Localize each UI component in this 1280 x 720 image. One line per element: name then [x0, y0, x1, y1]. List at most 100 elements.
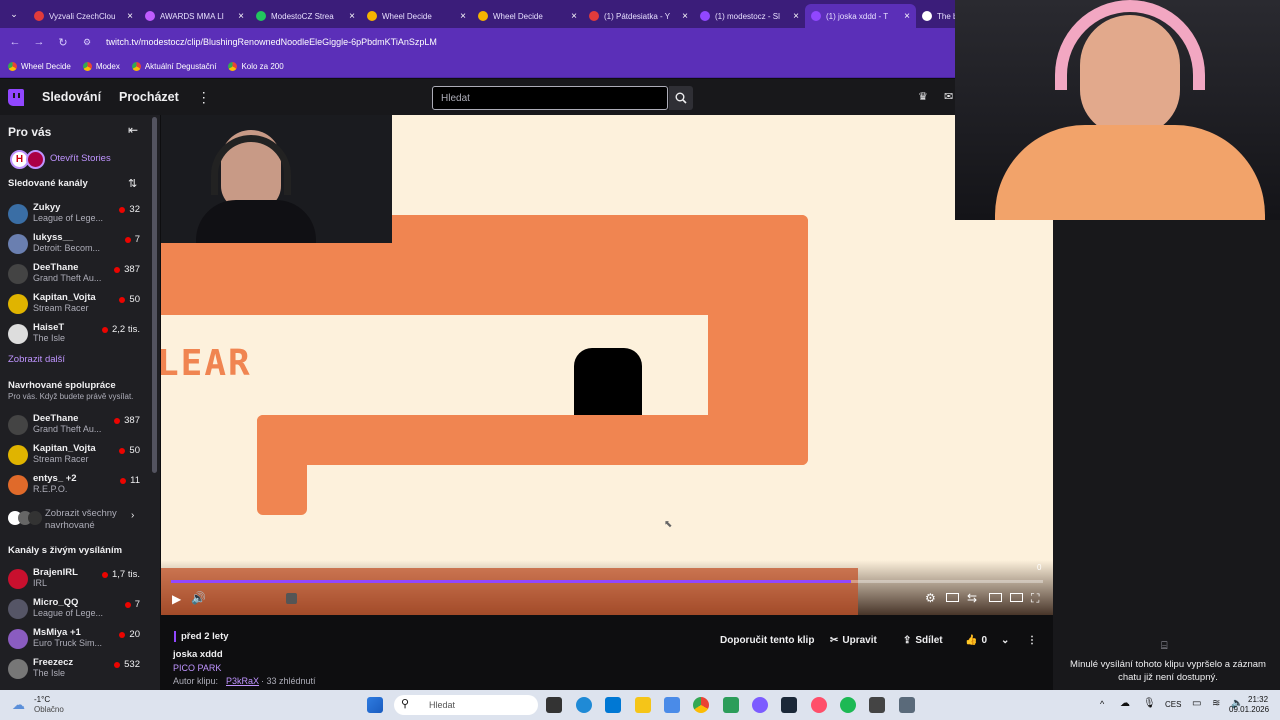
more-options-icon[interactable]: ⋮ [197, 89, 211, 106]
nav-following[interactable]: Sledování [42, 90, 101, 104]
forward-icon[interactable]: → [30, 36, 48, 48]
sidebar-channel-item[interactable]: Kapitan_Vojta Stream Racer 50 [0, 441, 150, 471]
bookmark-icon [82, 62, 92, 71]
chrome-icon[interactable] [693, 697, 709, 713]
close-tab-icon[interactable]: × [238, 11, 244, 22]
viewer-count: 7 [124, 599, 140, 610]
sidebar-channel-item[interactable]: HaiseT The Isle 2,2 tis. [0, 320, 150, 350]
more-options-icon[interactable]: ⋮ [1027, 631, 1037, 649]
collapse-sidebar-icon[interactable]: ⇤ [128, 123, 138, 137]
browser-tab[interactable]: AWARDS MMA LI × [139, 4, 250, 28]
language-indicator[interactable]: CES [1165, 700, 1181, 709]
clip-game-link[interactable]: PICO PARK [173, 663, 221, 673]
opera-icon[interactable] [811, 697, 827, 713]
chevron-down-icon[interactable]: ⌄ [1001, 631, 1009, 649]
url-text[interactable]: twitch.tv/modestocz/clip/BlushingRenowne… [106, 37, 437, 47]
site-info-icon[interactable]: ⚙ [78, 37, 96, 48]
inbox-icon[interactable]: ✉ [944, 90, 953, 103]
clip-icon[interactable]: ⇆ [967, 591, 977, 605]
discord-icon[interactable] [752, 697, 768, 713]
browser-tab[interactable]: Wheel Decide × [361, 4, 472, 28]
store-icon[interactable] [605, 697, 621, 713]
show-all-suggested-label: Zobrazit všechny navrhované [45, 508, 117, 531]
stories-button[interactable]: H [8, 148, 46, 170]
bookmark-item[interactable]: Kolo za 200 [228, 62, 284, 71]
miniplayer-icon[interactable] [989, 593, 1002, 602]
back-icon[interactable]: ← [6, 36, 24, 48]
fullscreen-icon[interactable]: ⛶ [1031, 591, 1039, 606]
edge-icon[interactable] [576, 697, 592, 713]
start-windows-icon[interactable] [367, 697, 383, 713]
volume-icon[interactable]: 🔊 [191, 591, 206, 605]
share-button[interactable]: ⇪ Sdílet [903, 631, 943, 649]
edit-button[interactable]: ✂ Upravit [830, 631, 877, 649]
channel-name: BrajenIRL [33, 567, 78, 578]
display-icon[interactable]: ▭ [1192, 698, 1201, 709]
browser-tab[interactable]: Vyzvali CzechClou × [28, 4, 139, 28]
channel-name: entys_ +2 [33, 473, 77, 484]
sidebar-channel-item[interactable]: MsMiya +1 Euro Truck Sim... 20 [0, 625, 150, 655]
close-tab-icon[interactable]: × [793, 11, 799, 22]
bookmark-item[interactable]: Modex [82, 62, 120, 71]
sort-icon[interactable]: ⇅ [128, 177, 137, 190]
browser-tab[interactable]: Wheel Decide × [472, 4, 583, 28]
sidebar-channel-item[interactable]: Freezecz The Isle 532 [0, 655, 150, 685]
progress-bar[interactable] [171, 580, 1043, 583]
bookmark-item[interactable]: Wheel Decide [8, 62, 71, 71]
open-stories-link[interactable]: Otevřít Stories [50, 153, 111, 164]
show-all-suggested-button[interactable]: Zobrazit všechny navrhované › [8, 508, 153, 532]
close-tab-icon[interactable]: × [460, 11, 466, 22]
prime-crown-icon[interactable]: ♛ [918, 90, 928, 103]
browser-tab[interactable]: (1) Pátdesiatka - Y × [583, 4, 694, 28]
search-input[interactable]: Hledat [432, 86, 668, 110]
close-tab-icon[interactable]: × [571, 11, 577, 22]
taskbar-search-input[interactable]: Hledat [394, 695, 538, 715]
browser-tab[interactable]: (1) joska xddd - T × [805, 4, 916, 28]
sidebar-toggle-icon[interactable] [1010, 593, 1023, 602]
close-tab-icon[interactable]: × [127, 11, 133, 22]
chevron-up-icon[interactable]: ^ [1100, 699, 1104, 709]
sidebar-channel-item[interactable]: DeeThane Grand Theft Au... 387 [0, 260, 150, 290]
sidebar-channel-item[interactable]: DeeThane Grand Theft Au... 387 [0, 411, 150, 441]
search-button[interactable] [669, 86, 693, 110]
sidebar-channel-item[interactable]: BrajenIRL IRL 1,7 tis. [0, 565, 150, 595]
tab-search-icon[interactable]: ⌄ [0, 0, 28, 28]
clip-author-link[interactable]: P3kRaX [226, 676, 259, 686]
close-tab-icon[interactable]: × [349, 11, 355, 22]
spotify-icon[interactable] [840, 697, 856, 713]
like-button[interactable]: 👍 0 [965, 631, 987, 649]
app-icon[interactable] [664, 697, 680, 713]
reload-icon[interactable]: ↻ [54, 36, 72, 49]
network-icon[interactable]: ☁ [1120, 698, 1130, 709]
sidebar-channel-item[interactable]: Kapitan_Vojta Stream Racer 50 [0, 290, 150, 320]
settings-gear-icon[interactable] [899, 697, 915, 713]
app-icon[interactable] [869, 697, 885, 713]
close-tab-icon[interactable]: × [904, 11, 910, 22]
play-icon[interactable]: ▶ [172, 592, 181, 606]
file-explorer-icon[interactable] [635, 697, 651, 713]
sidebar-channel-item[interactable]: Zukyy League of Lege... 32 [0, 200, 150, 230]
sidebar-channel-item[interactable]: Micro_QQ League of Lege... 7 [0, 595, 150, 625]
sidebar-channel-item[interactable]: lukyss__ Detroit: Becom... 7 [0, 230, 150, 260]
recommend-clip-button[interactable]: Doporučit tento klip [720, 631, 814, 649]
sidebar-channel-item[interactable]: entys_ +2 R.E.P.O. 11 [0, 471, 150, 501]
clip-age: před 2 lety [181, 631, 229, 642]
task-view-icon[interactable] [546, 697, 562, 713]
close-tab-icon[interactable]: × [682, 11, 688, 22]
browser-tab[interactable]: (1) modestocz - Sl × [694, 4, 805, 28]
settings-gear-icon[interactable]: ⚙ [925, 591, 936, 605]
volume-slider[interactable] [286, 593, 297, 604]
browser-tab[interactable]: ModestoCZ Strea × [250, 4, 361, 28]
show-more-link[interactable]: Zobrazit další [8, 354, 65, 365]
microphone-icon[interactable]: 🎙 [1143, 698, 1156, 709]
nav-browse[interactable]: Procházet [119, 90, 179, 104]
chat-bubble-icon: ⌸ [1161, 640, 1168, 652]
bookmark-item[interactable]: Aktuální Degustační [131, 62, 216, 71]
theatre-mode-icon[interactable] [946, 593, 959, 602]
twitch-logo-icon[interactable] [8, 88, 24, 106]
game-clear-text: LEAR [161, 343, 252, 384]
wifi-icon[interactable]: ≋ [1212, 698, 1220, 709]
steam-icon[interactable] [781, 697, 797, 713]
sidebar-scrollbar[interactable] [152, 117, 157, 473]
app-icon[interactable] [723, 697, 739, 713]
